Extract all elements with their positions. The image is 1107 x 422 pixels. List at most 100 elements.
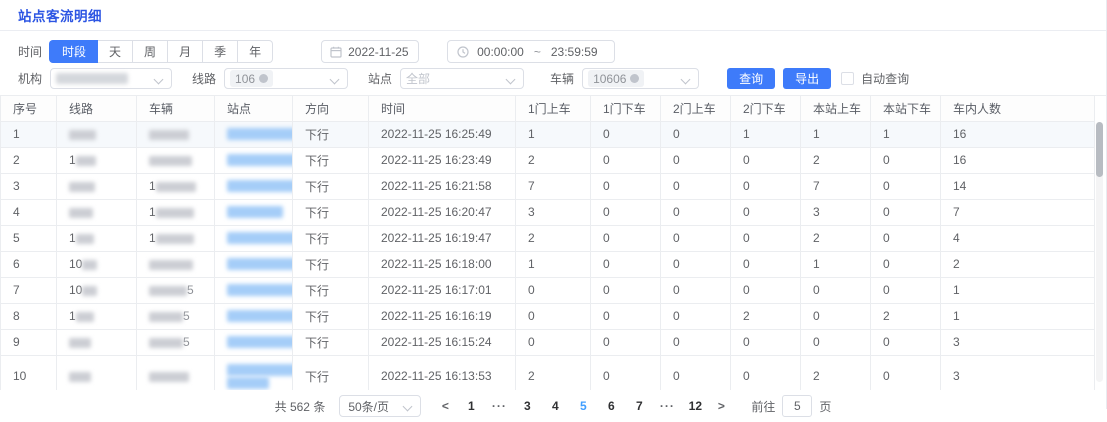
redacted-text — [69, 130, 96, 140]
cell-time: 2022-11-25 16:15:24 — [369, 329, 516, 355]
cell-station-link[interactable] — [215, 303, 293, 329]
prev-page-button[interactable]: < — [435, 399, 455, 413]
cell-station-on: 0 — [801, 329, 871, 355]
cell-vehicle: 1 — [137, 173, 215, 199]
cell-station-on: 1 — [801, 121, 871, 147]
page-number-button[interactable]: 5 — [571, 399, 595, 413]
cell-door2-off: 0 — [731, 225, 801, 251]
vehicle-visible-prefix: 1 — [149, 231, 156, 245]
cell-station-link[interactable] — [215, 199, 293, 225]
auto-query-option[interactable]: 自动查询 — [841, 70, 909, 87]
page-size-select[interactable]: 50条/页 — [339, 395, 421, 417]
cell-station-on: 7 — [801, 173, 871, 199]
cell-door2-on: 0 — [661, 173, 731, 199]
org-select[interactable] — [50, 68, 172, 89]
cell-station-link[interactable] — [215, 147, 293, 173]
col-header-direction: 方向 — [293, 96, 369, 121]
line-select[interactable]: 106 — [224, 68, 348, 89]
auto-query-checkbox[interactable] — [841, 72, 854, 85]
org-label: 机构 — [18, 70, 42, 87]
cell-line: 1 — [57, 303, 137, 329]
cell-vehicle: 1 — [137, 225, 215, 251]
filter-row-selects: 机构 线路 106 站点 全部 车辆 10606 查询 导出 自动查询 — [0, 68, 1106, 89]
line-visible-prefix: 10 — [69, 257, 82, 271]
cell-door1-on: 7 — [516, 173, 591, 199]
cell-line: 10 — [57, 277, 137, 303]
page-number-button[interactable]: 4 — [543, 399, 567, 413]
page-number-button[interactable]: 7 — [627, 399, 651, 413]
vehicle-visible-prefix: 1 — [149, 205, 156, 219]
redacted-text — [76, 156, 96, 166]
col-header-time: 时间 — [369, 96, 516, 121]
auto-query-label: 自动查询 — [861, 70, 909, 87]
cell-door2-on: 0 — [661, 147, 731, 173]
cell-station-link[interactable] — [215, 225, 293, 251]
page-number-button[interactable]: 12 — [683, 399, 707, 413]
time-range-picker[interactable]: 00:00:00 ~ 23:59:59 — [447, 40, 615, 63]
scrollbar-thumb[interactable] — [1096, 122, 1103, 177]
cell-time: 2022-11-25 16:20:47 — [369, 199, 516, 225]
query-button[interactable]: 查询 — [727, 68, 775, 89]
goto-page-group: 前往 页 — [751, 395, 831, 417]
cell-station-off: 0 — [871, 199, 941, 225]
cell-station-link[interactable] — [215, 355, 293, 390]
cell-door1-off: 0 — [591, 225, 661, 251]
line-visible-prefix: 1 — [69, 309, 76, 323]
cell-station-link[interactable] — [215, 121, 293, 147]
period-option-月[interactable]: 月 — [168, 40, 203, 63]
col-header-index: 序号 — [1, 96, 57, 121]
page-number-button[interactable]: 3 — [515, 399, 539, 413]
redacted-station-text — [227, 336, 293, 348]
redacted-text — [149, 372, 189, 382]
cell-station-link[interactable]: 5 — [215, 173, 293, 199]
cell-door1-off: 0 — [591, 303, 661, 329]
goto-page-input[interactable] — [782, 395, 812, 417]
period-option-周[interactable]: 周 — [133, 40, 168, 63]
col-header-station-on: 本站上车 — [801, 96, 871, 121]
redacted-text — [149, 156, 192, 166]
cell-onboard-count: 16 — [941, 147, 1095, 173]
table-row: 315下行2022-11-25 16:21:5870007014 — [1, 173, 1095, 199]
cell-station-link[interactable] — [215, 329, 293, 355]
redacted-text — [156, 182, 196, 192]
cell-index: 3 — [1, 173, 57, 199]
cell-line: 1 — [57, 147, 137, 173]
cell-onboard-count: 14 — [941, 173, 1095, 199]
period-option-天[interactable]: 天 — [98, 40, 133, 63]
cell-door2-off: 0 — [731, 199, 801, 225]
cell-line: 10 — [57, 251, 137, 277]
cell-station-off: 0 — [871, 277, 941, 303]
cell-door1-on: 2 — [516, 225, 591, 251]
table-scrollbar[interactable] — [1096, 122, 1103, 382]
period-option-季[interactable]: 季 — [203, 40, 238, 63]
redacted-station-text — [227, 258, 293, 270]
next-page-button[interactable]: > — [711, 399, 731, 413]
cell-door2-off: 0 — [731, 251, 801, 277]
time-start-value: 00:00:00 — [477, 45, 524, 59]
station-select[interactable]: 全部 — [400, 68, 524, 89]
cell-station-off: 0 — [871, 355, 941, 390]
station-placeholder: 全部 — [406, 70, 430, 87]
page-size-value: 50条/页 — [348, 398, 389, 415]
tag-close-icon[interactable] — [259, 74, 268, 83]
cell-station-link[interactable] — [215, 277, 293, 303]
cell-station-off: 0 — [871, 225, 941, 251]
col-header-station-off: 本站下车 — [871, 96, 941, 121]
cell-vehicle — [137, 251, 215, 277]
redacted-station-text — [227, 180, 293, 192]
tag-close-icon[interactable] — [630, 74, 639, 83]
cell-station-link[interactable] — [215, 251, 293, 277]
period-option-时段[interactable]: 时段 — [50, 40, 98, 63]
cell-time: 2022-11-25 16:16:19 — [369, 303, 516, 329]
vehicle-select[interactable]: 10606 — [582, 68, 699, 89]
cell-door1-off: 0 — [591, 173, 661, 199]
export-button[interactable]: 导出 — [783, 68, 831, 89]
period-option-年[interactable]: 年 — [238, 40, 273, 63]
page-number-button[interactable]: 1 — [459, 399, 483, 413]
table-row: 610下行2022-11-25 16:18:001000102 — [1, 251, 1095, 277]
page-number-button[interactable]: 6 — [599, 399, 623, 413]
cell-door1-off: 0 — [591, 251, 661, 277]
redacted-text — [76, 312, 94, 322]
date-picker[interactable]: 2022-11-25 — [321, 40, 419, 63]
cell-onboard-count: 3 — [941, 355, 1095, 390]
